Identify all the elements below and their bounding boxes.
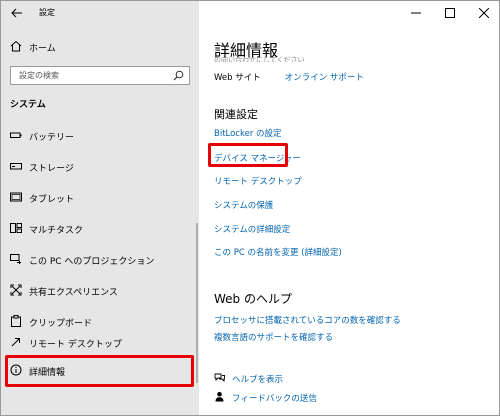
online-support-link[interactable]: オンライン サポート [285,73,364,83]
search-placeholder: 設定の検索 [19,71,59,80]
send-feedback-label: フィードバックの送信 [232,394,317,404]
sidebar-item-label: バッテリー [29,133,75,143]
close-button[interactable] [467,1,499,25]
clipboard-icon [11,315,21,327]
minimize-button[interactable] [399,1,433,25]
sidebar-item-label: クリップボード [29,319,93,329]
search-icon[interactable] [173,70,184,81]
app-title: 設定 [39,8,55,17]
highlight-box [208,143,288,167]
storage-icon [10,163,22,170]
sidebar-item-label: タブレット [29,195,75,205]
home-icon [10,40,22,52]
sidebar-item-projection[interactable]: この PC へのプロジェクション [1,249,199,271]
back-arrow-icon [11,8,22,18]
settings-window: 設定 ホーム 設定の検索 システム バッテリー ストレージ タブレット マルチタ… [0,0,500,416]
titlebar-left: 設定 [1,1,199,25]
window-controls [399,1,499,25]
sidebar-item-shared-experience[interactable]: 共有エクスペリエンス [1,280,199,302]
multitask-icon [10,223,22,233]
tablet-icon [10,192,22,202]
sidebar-item-battery[interactable]: バッテリー [1,125,199,147]
rename-pc-link[interactable]: この PC の名前を変更 (詳細設定) [214,246,342,258]
maximize-button[interactable] [433,1,467,25]
related-settings-title: 関連設定 [214,108,258,121]
processor-cores-link[interactable]: プロセッサに搭載されているコアの数を確認する [214,314,401,326]
web-site-label: Web サイト [214,73,261,83]
sidebar-item-label: この PC へのプロジェクション [29,257,155,267]
sidebar-item-multitask[interactable]: マルチタスク [1,218,199,240]
maximize-icon [445,8,455,18]
web-site-row: Web サイト オンライン サポート [214,71,364,83]
sidebar-item-label: ホーム [29,44,56,54]
web-help-title: Web のヘルプ [214,292,292,306]
help-icon [214,373,225,383]
sidebar-item-label: マルチタスク [29,226,84,236]
sidebar: 設定 ホーム 設定の検索 システム バッテリー ストレージ タブレット マルチタ… [1,1,199,415]
remote-desktop-link[interactable]: リモート デスクトップ [214,175,302,187]
main-content: 詳細情報 の向い合わせにしてください Web サイト オンライン サポート 関連… [199,1,499,415]
system-protection-link[interactable]: システムの保護 [214,199,273,211]
sidebar-item-label: 共有エクスペリエンス [29,288,118,298]
sidebar-item-storage[interactable]: ストレージ [1,156,199,178]
sidebar-item-remote-desktop[interactable]: リモート デスクトップ [1,332,199,354]
back-button[interactable] [7,4,27,22]
sidebar-item-clipboard[interactable]: クリップボード [1,311,199,333]
search-input[interactable]: 設定の検索 [10,66,190,85]
sidebar-item-label: リモート デスクトップ [29,340,122,350]
advanced-system-settings-link[interactable]: システムの詳細設定 [214,223,290,235]
remote-desktop-icon [11,338,20,347]
multilanguage-support-link[interactable]: 複数言語のサポートを確認する [214,331,333,343]
sidebar-item-tablet[interactable]: タブレット [1,187,199,209]
close-icon [479,8,489,18]
sidebar-item-label: ストレージ [29,164,74,174]
sidebar-scrollbar[interactable] [196,223,198,383]
sidebar-item-home[interactable]: ホーム [1,37,199,57]
truncated-text: の向い合わせにしてください [214,56,305,62]
section-heading: システム [10,100,46,110]
highlight-box [5,355,194,387]
bitlocker-settings-link[interactable]: BitLocker の設定 [214,127,282,139]
shared-experience-icon [10,284,22,296]
minimize-icon [411,12,421,14]
get-help-label: ヘルプを表示 [232,375,284,385]
battery-icon [10,132,22,138]
projection-icon [10,254,21,264]
feedback-icon [215,391,224,402]
